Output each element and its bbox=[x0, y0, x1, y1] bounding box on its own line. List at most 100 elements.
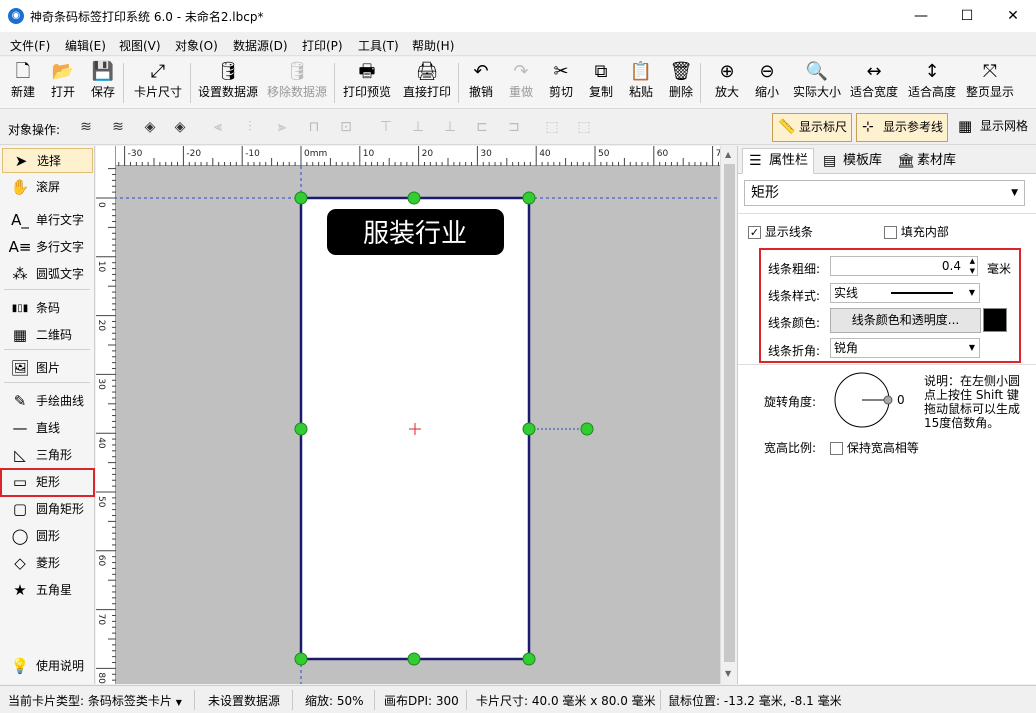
layer-send-back-icon[interactable]: ◈ bbox=[170, 117, 190, 137]
show-border-checkbox[interactable]: ✓ 显示线条 bbox=[748, 223, 813, 240]
tab-properties[interactable]: ☰ 属性栏 bbox=[742, 148, 814, 174]
tool-ellipse[interactable]: ◯ 圆形 bbox=[2, 524, 93, 549]
resize-handle-bl[interactable] bbox=[294, 652, 308, 666]
align-top-icon[interactable]: ⊤ bbox=[376, 117, 396, 137]
tab-materials[interactable]: 🏛 素材库 bbox=[890, 148, 962, 174]
cut-button[interactable]: ✂ 剪切 bbox=[544, 59, 578, 107]
resize-handle-tr[interactable] bbox=[522, 191, 536, 205]
line-style-select[interactable]: 实线 ▼ bbox=[830, 283, 980, 303]
keep-aspect-checkbox[interactable]: 保持宽高相等 bbox=[830, 439, 919, 456]
delete-button[interactable]: 🗑 删除 bbox=[664, 59, 698, 107]
fit-width-button[interactable]: ↔ 适合宽度 bbox=[848, 59, 900, 107]
tool-rectangle[interactable]: ▭ 矩形 bbox=[0, 468, 95, 497]
menu-file[interactable]: 文件(F) bbox=[10, 37, 50, 54]
keep-aspect-check[interactable] bbox=[830, 442, 843, 455]
rotation-dial[interactable] bbox=[834, 372, 902, 430]
scroll-down-icon[interactable]: ▼ bbox=[725, 669, 731, 678]
align-left-icon[interactable]: ⫷ bbox=[208, 117, 228, 137]
save-button[interactable]: 💾 保存 bbox=[86, 59, 120, 107]
rotate-handle[interactable] bbox=[580, 422, 594, 436]
fill-inside-check[interactable] bbox=[884, 226, 897, 239]
menu-object[interactable]: 对象(O) bbox=[175, 37, 218, 54]
show-border-check[interactable]: ✓ bbox=[748, 226, 761, 239]
menu-datasource[interactable]: 数据源(D) bbox=[233, 37, 288, 54]
tool-single-line-text[interactable]: A_ 单行文字 bbox=[2, 208, 93, 233]
design-canvas-area[interactable]: 服装行业 -30 -20 -10 0mm 10 20 30 40 50 60 70 0 10 20 30 4… bbox=[96, 146, 720, 684]
menu-tools[interactable]: 工具(T) bbox=[358, 37, 399, 54]
resize-handle-b[interactable] bbox=[407, 652, 421, 666]
fill-inside-checkbox[interactable]: 填充内部 bbox=[884, 223, 949, 240]
print-preview-button[interactable]: 🖶 打印预览 bbox=[340, 59, 394, 107]
show-guides-toggle[interactable]: ⊹ 显示参考线 bbox=[856, 113, 948, 142]
spinner-arrows-icon[interactable]: ▲ ▼ bbox=[970, 256, 975, 276]
tool-lightbulb[interactable]: 💡 使用说明 bbox=[2, 654, 93, 679]
set-datasource-button[interactable]: 🛢 设置数据源 bbox=[195, 59, 261, 107]
tool-line[interactable]: — 直线 bbox=[2, 416, 93, 441]
new-file-button[interactable]: 🗋 新建 bbox=[4, 59, 42, 107]
tool-qrcode[interactable]: ▦ 二维码 bbox=[2, 323, 93, 348]
line-color-swatch[interactable] bbox=[983, 308, 1007, 332]
tool-hand-scroll[interactable]: ✋ 滚屏 bbox=[2, 175, 93, 200]
distribute-v-icon[interactable]: ⊏ bbox=[472, 117, 492, 137]
open-button[interactable]: 📂 打开 bbox=[46, 59, 80, 107]
scroll-up-icon[interactable]: ▲ bbox=[725, 150, 731, 159]
close-button[interactable]: ✕ bbox=[990, 0, 1036, 32]
actual-size-button[interactable]: 🔍 实际大小 bbox=[788, 59, 846, 107]
remove-datasource-button[interactable]: 🛢 移除数据源 bbox=[264, 59, 330, 107]
tool-image[interactable]: 🖼 图片 bbox=[2, 356, 93, 381]
scroll-thumb[interactable] bbox=[724, 164, 735, 662]
align-middle-icon[interactable]: ⊥ bbox=[408, 117, 428, 137]
tool-barcode[interactable]: ▮▯▮ 条码 bbox=[2, 296, 93, 321]
zoom-out-button[interactable]: ⊖ 缩小 bbox=[748, 59, 786, 107]
resize-handle-r[interactable] bbox=[522, 422, 536, 436]
resize-handle-t[interactable] bbox=[407, 191, 421, 205]
menu-help[interactable]: 帮助(H) bbox=[412, 37, 454, 54]
fit-height-button[interactable]: ↕ 适合高度 bbox=[906, 59, 958, 107]
group-icon[interactable]: ⬚ bbox=[542, 117, 562, 137]
tool-rounded-rect[interactable]: ▢ 圆角矩形 bbox=[2, 497, 93, 522]
full-page-button[interactable]: ⤧ 整页显示 bbox=[962, 59, 1018, 107]
status-card-type[interactable]: 当前卡片类型: 条码标签类卡片 ▼ bbox=[8, 692, 182, 709]
undo-button[interactable]: ↶ 撤销 bbox=[464, 59, 498, 107]
line-width-spinner[interactable]: 0.4 ▲ ▼ bbox=[830, 256, 978, 276]
copy-button[interactable]: ⧉ 复制 bbox=[584, 59, 618, 107]
align-bottom-icon[interactable]: ⊥ bbox=[440, 117, 460, 137]
tool-diamond[interactable]: ◇ 菱形 bbox=[2, 551, 93, 576]
redo-button[interactable]: ↷ 重做 bbox=[504, 59, 538, 107]
tab-templates[interactable]: ▤ 模板库 bbox=[816, 148, 888, 174]
same-width-icon[interactable]: ⊡ bbox=[336, 117, 356, 137]
align-right-icon[interactable]: ⫸ bbox=[272, 117, 292, 137]
tool-multi-line-text[interactable]: A≡ 多行文字 bbox=[2, 235, 93, 260]
paste-button[interactable]: 📋 粘贴 bbox=[624, 59, 658, 107]
align-center-icon[interactable]: ⫶ bbox=[240, 117, 260, 137]
canvas-svg[interactable]: 服装行业 bbox=[96, 146, 720, 684]
maximize-button[interactable]: ☐ bbox=[944, 0, 990, 32]
menu-view[interactable]: 视图(V) bbox=[119, 37, 161, 54]
menu-print[interactable]: 打印(P) bbox=[302, 37, 343, 54]
minimize-button[interactable]: — bbox=[898, 0, 944, 32]
shape-type-select[interactable]: 矩形 ▼ bbox=[744, 180, 1025, 206]
layer-send-backward-icon[interactable]: ≋ bbox=[108, 117, 128, 137]
show-grid-toggle[interactable]: ▦ 显示网格 bbox=[954, 113, 1034, 142]
resize-handle-tl[interactable] bbox=[294, 191, 308, 205]
line-join-select[interactable]: 锐角 ▼ bbox=[830, 338, 980, 358]
tool-arc-text[interactable]: ⁂ 圆弧文字 bbox=[2, 262, 93, 287]
same-height-icon[interactable]: ⊐ bbox=[504, 117, 524, 137]
card-size-button[interactable]: ⤢ 卡片尺寸 bbox=[131, 59, 185, 107]
layer-bring-front-icon[interactable]: ◈ bbox=[140, 117, 160, 137]
resize-handle-br[interactable] bbox=[522, 652, 536, 666]
resize-handle-l[interactable] bbox=[294, 422, 308, 436]
print-button[interactable]: 🖨 直接打印 bbox=[398, 59, 456, 107]
layer-bring-forward-icon[interactable]: ≋ bbox=[76, 117, 96, 137]
tool-freehand[interactable]: ✎ 手绘曲线 bbox=[2, 389, 93, 414]
vertical-scrollbar[interactable]: ▲ ▼ bbox=[720, 146, 737, 684]
menu-edit[interactable]: 编辑(E) bbox=[65, 37, 106, 54]
zoom-in-button[interactable]: ⊕ 放大 bbox=[706, 59, 748, 107]
tool-star[interactable]: ★ 五角星 bbox=[2, 578, 93, 603]
ungroup-icon[interactable]: ⬚ bbox=[574, 117, 594, 137]
distribute-h-icon[interactable]: ⊓ bbox=[304, 117, 324, 137]
tool-select-arrow[interactable]: ➤ 选择 bbox=[2, 148, 93, 173]
line-color-button[interactable]: 线条颜色和透明度... bbox=[830, 308, 981, 333]
tool-triangle[interactable]: ◺ 三角形 bbox=[2, 443, 93, 468]
show-ruler-toggle[interactable]: 📏 显示标尺 bbox=[772, 113, 852, 142]
